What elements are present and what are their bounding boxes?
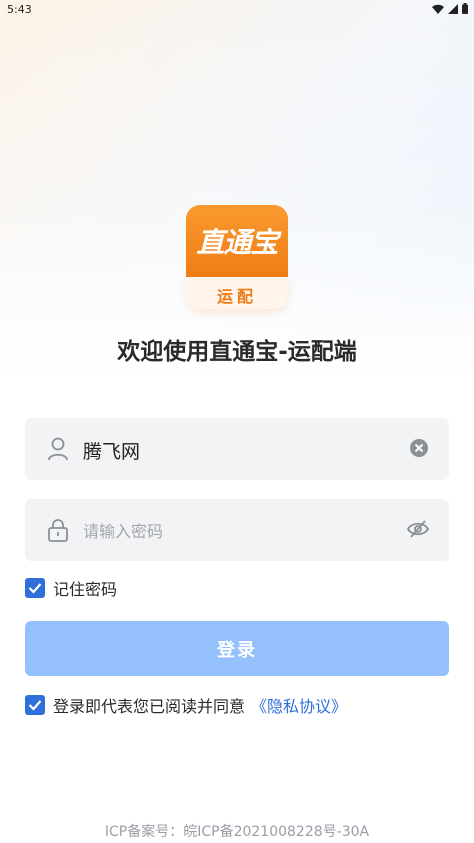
wifi-icon xyxy=(432,4,444,14)
welcome-title: 欢迎使用直通宝-运配端 xyxy=(117,339,357,365)
lock-icon xyxy=(48,519,68,542)
status-time: 5:43 xyxy=(7,3,32,16)
checkmark-icon xyxy=(28,583,42,594)
privacy-policy-link[interactable]: 《隐私协议》 xyxy=(251,693,347,717)
logo-sub-text: 运配 xyxy=(216,287,257,306)
agreement-row: 登录即代表您已阅读并同意 《隐私协议》 xyxy=(25,693,347,717)
signal-icon xyxy=(448,3,458,14)
logo-text: 直通宝 xyxy=(196,226,278,259)
agreement-label[interactable]: 登录即代表您已阅读并同意 xyxy=(53,693,245,717)
remember-password-row: 记住密码 xyxy=(25,576,117,600)
user-icon xyxy=(48,437,68,461)
app-logo: 直通宝 运配 xyxy=(186,205,288,309)
username-input[interactable] xyxy=(81,432,385,468)
login-button[interactable]: 登录 xyxy=(25,621,449,676)
username-field[interactable] xyxy=(25,418,449,480)
icp-record: ICP备案号：皖ICP备2021008228号-30A xyxy=(104,824,370,840)
remember-checkbox[interactable] xyxy=(25,578,45,598)
status-icons xyxy=(432,3,468,14)
checkmark-icon xyxy=(28,700,42,711)
eye-off-icon[interactable] xyxy=(407,519,429,539)
password-field[interactable] xyxy=(25,499,449,561)
password-input[interactable] xyxy=(81,513,385,549)
remember-label[interactable]: 记住密码 xyxy=(53,576,117,600)
agreement-checkbox[interactable] xyxy=(25,695,45,715)
clear-icon[interactable] xyxy=(409,438,429,458)
status-bar: 5:43 xyxy=(0,0,474,20)
battery-icon xyxy=(462,3,468,14)
